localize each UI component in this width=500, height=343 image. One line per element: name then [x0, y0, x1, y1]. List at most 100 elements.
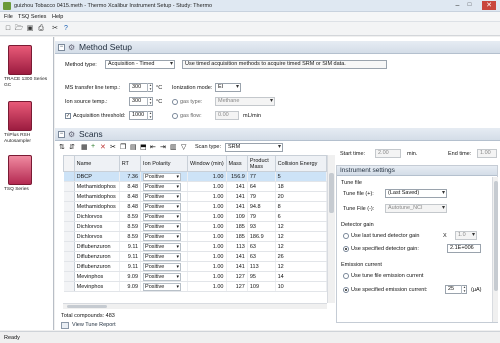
row-header-cell[interactable]: [63, 241, 75, 252]
cell-rt[interactable]: 8.59: [119, 211, 142, 222]
ion-polarity-select[interactable]: Positive: [143, 282, 182, 291]
filter-icon[interactable]: ▽: [181, 143, 186, 151]
cell-window[interactable]: 1.00: [187, 231, 227, 242]
acquisition-threshold-checkbox[interactable]: ✓: [65, 113, 71, 119]
cell-rt[interactable]: 9.11: [119, 241, 142, 252]
cell-window[interactable]: 1.00: [187, 241, 227, 252]
cell-collision-energy[interactable]: 10: [275, 281, 328, 292]
cell-product-mass[interactable]: 95: [247, 271, 276, 282]
sort-descending-icon[interactable]: ⇵: [69, 143, 75, 151]
gain-factor-select[interactable]: 1.0: [455, 231, 477, 240]
cell-rt[interactable]: 7.36: [119, 171, 142, 182]
gas-type-radio[interactable]: [172, 99, 178, 105]
ion-polarity-select[interactable]: Positive: [143, 192, 182, 201]
row-header-cell[interactable]: [63, 221, 75, 232]
cell-window[interactable]: 1.00: [187, 281, 227, 292]
last-icon[interactable]: ⇥: [160, 143, 166, 151]
specified-gain-input[interactable]: 2.1E+006: [447, 244, 481, 253]
ion-source-spinner[interactable]: ▲ ▼: [147, 97, 153, 106]
scrollbar-thumb[interactable]: [329, 173, 334, 213]
end-time-input[interactable]: 1.00: [477, 149, 497, 158]
gas-flow-input[interactable]: 0.00: [215, 111, 239, 120]
cell-product-mass[interactable]: 64: [247, 181, 276, 192]
cell-collision-energy[interactable]: 5: [275, 171, 328, 182]
ion-polarity-select[interactable]: Positive: [143, 252, 182, 261]
device-triplus-rsh[interactable]: TriPlus RSH Autosampler: [4, 101, 48, 144]
cell-rt[interactable]: 9.09: [119, 281, 142, 292]
acquisition-threshold-spinner[interactable]: ▲ ▼: [147, 111, 153, 120]
cell-collision-energy[interactable]: 18: [275, 181, 328, 192]
ion-polarity-select[interactable]: Positive: [143, 182, 182, 191]
ion-polarity-select[interactable]: Positive: [143, 232, 182, 241]
tune-file-minus-select[interactable]: Autotune_NCI: [385, 204, 447, 213]
cell-window[interactable]: 1.00: [187, 251, 227, 262]
cell-mass[interactable]: 127: [226, 271, 248, 282]
cell-product-mass[interactable]: 63: [247, 241, 276, 252]
cell-mass[interactable]: 156.9: [226, 171, 248, 182]
column-header-name[interactable]: Name: [73, 155, 120, 172]
emission-current-spinner[interactable]: ▲ ▼: [461, 285, 467, 294]
cut-icon[interactable]: ✂: [50, 24, 60, 34]
cell-mass[interactable]: 109: [226, 211, 248, 222]
save-icon[interactable]: ▣: [25, 24, 35, 34]
ion-polarity-select[interactable]: Positive: [143, 172, 182, 181]
cell-ion-polarity[interactable]: Positive: [140, 231, 189, 242]
use-tune-emission-radio[interactable]: [343, 273, 349, 279]
cell-window[interactable]: 1.00: [187, 191, 227, 202]
cell-ion-polarity[interactable]: Positive: [140, 221, 189, 232]
ion-polarity-select[interactable]: Positive: [143, 262, 182, 271]
use-specified-gain-radio[interactable]: [343, 246, 349, 252]
table-row[interactable]: Methamidophos8.48Positive 1.0014194.88: [63, 201, 328, 212]
cell-product-mass[interactable]: 109: [247, 281, 276, 292]
sort-ascending-icon[interactable]: ⇅: [59, 143, 65, 151]
cell-collision-energy[interactable]: 8: [275, 201, 328, 212]
cell-mass[interactable]: 141: [226, 251, 248, 262]
table-row[interactable]: Dichlorvos8.59Positive 1.001859312: [63, 221, 328, 232]
ion-polarity-select[interactable]: Positive: [143, 202, 182, 211]
table-row[interactable]: Methamidophos8.48Positive 1.001416418: [63, 181, 328, 192]
cell-ion-polarity[interactable]: Positive: [140, 201, 189, 212]
row-header-cell[interactable]: [63, 271, 75, 282]
table-row[interactable]: Methamidophos8.48Positive 1.001417920: [63, 191, 328, 202]
gas-flow-radio[interactable]: [172, 113, 178, 119]
cell-mass[interactable]: 141: [226, 181, 248, 192]
cell-window[interactable]: 1.00: [187, 181, 227, 192]
scrollbar-thumb[interactable]: [67, 305, 107, 308]
cell-name[interactable]: Dichlorvos: [74, 231, 120, 242]
ionization-mode-select[interactable]: EI: [215, 83, 241, 92]
cell-mass[interactable]: 185: [226, 221, 248, 232]
table-vertical-scrollbar[interactable]: [327, 155, 335, 303]
cell-window[interactable]: 1.00: [187, 271, 227, 282]
menu-tsq-series[interactable]: TSQ Series: [18, 14, 46, 20]
cell-collision-energy[interactable]: 12: [275, 231, 328, 242]
settings-scrollbar[interactable]: [492, 177, 498, 322]
menu-file[interactable]: File: [4, 14, 13, 20]
row-header-cell[interactable]: [63, 251, 75, 262]
row-header-cell[interactable]: [63, 261, 75, 272]
cell-mass[interactable]: 113: [226, 241, 248, 252]
cell-window[interactable]: 1.00: [187, 171, 227, 182]
method-type-select[interactable]: Acquisition - Timed: [105, 60, 175, 69]
column-header-rt[interactable]: RT: [118, 155, 142, 172]
cell-name[interactable]: Dichlorvos: [74, 211, 120, 222]
minimize-button[interactable]: –: [452, 1, 463, 10]
add-row-icon[interactable]: +: [91, 143, 95, 150]
import-icon[interactable]: ⬒: [140, 143, 147, 151]
print-icon[interactable]: ⎙: [36, 24, 46, 34]
cell-ion-polarity[interactable]: Positive: [140, 281, 189, 292]
collapse-icon[interactable]: −: [58, 131, 65, 138]
cell-collision-energy[interactable]: 20: [275, 191, 328, 202]
column-header-mass[interactable]: Mass: [225, 155, 248, 172]
cell-mass[interactable]: 141: [226, 261, 248, 272]
method-setup-header[interactable]: − ⚙ Method Setup: [55, 41, 500, 54]
cell-ion-polarity[interactable]: Positive: [140, 171, 189, 182]
table-row[interactable]: Dichlorvos8.59Positive 1.00185186.912: [63, 231, 328, 242]
cell-ion-polarity[interactable]: Positive: [140, 211, 189, 222]
start-time-input[interactable]: 2.00: [375, 149, 401, 158]
table-row[interactable]: Diflubenzuron9.11Positive 1.0014111312: [63, 261, 328, 272]
cell-ion-polarity[interactable]: Positive: [140, 191, 189, 202]
cell-name[interactable]: Mevinphos: [74, 281, 120, 292]
cell-name[interactable]: Dichlorvos: [74, 221, 120, 232]
ms-transfer-spinner[interactable]: ▲ ▼: [147, 83, 153, 92]
paste-icon[interactable]: ▤: [130, 143, 137, 151]
